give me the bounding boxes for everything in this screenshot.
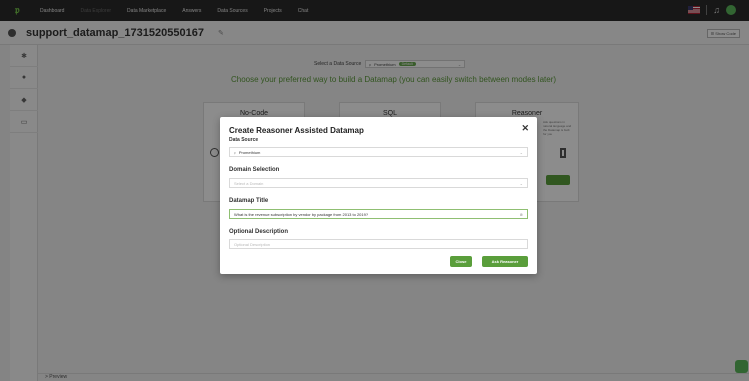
close-button[interactable]: Close — [450, 256, 472, 267]
data-source-label: Data Source — [229, 137, 259, 143]
data-source-field[interactable]: 𝔭 Promethium ⌄ — [229, 147, 528, 157]
modal-title: Create Reasoner Assisted Datamap — [229, 126, 364, 135]
domain-selection-label: Domain Selection — [229, 167, 280, 173]
source-logo-icon: 𝔭 — [234, 149, 236, 155]
datamap-title-input[interactable]: What is the revenue subscription by vend… — [229, 209, 528, 219]
clear-icon[interactable]: ⊗ — [520, 212, 523, 217]
domain-select[interactable]: Select a Domain ⌄ — [229, 178, 528, 188]
datamap-title-label: Datamap Title — [229, 198, 269, 204]
chevron-down-icon: ⌄ — [519, 149, 523, 155]
datamap-title-value: What is the revenue subscription by vend… — [234, 211, 369, 217]
domain-placeholder: Select a Domain — [234, 180, 264, 186]
description-placeholder: Optional Description — [234, 241, 271, 247]
reasoner-modal: Create Reasoner Assisted Datamap ✕ Data … — [220, 117, 537, 274]
ask-reasoner-button[interactable]: Ask Reasoner — [482, 256, 528, 267]
optional-description-label: Optional Description — [229, 229, 289, 235]
description-input[interactable]: Optional Description — [229, 239, 528, 249]
data-source-value: Promethium — [238, 149, 261, 155]
close-icon[interactable]: ✕ — [521, 123, 529, 134]
chevron-down-icon: ⌄ — [519, 180, 523, 186]
